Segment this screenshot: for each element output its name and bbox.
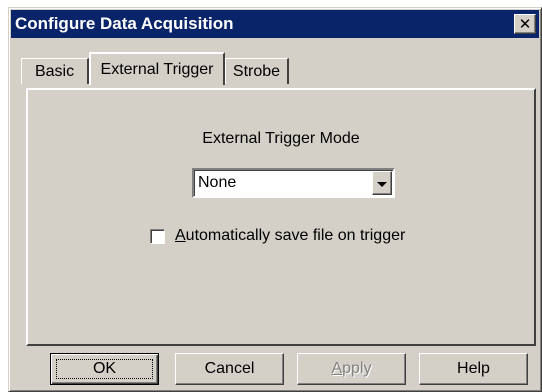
tab-basic-label: Basic [34,62,75,80]
autosave-checkbox-row[interactable]: Automatically save file on trigger [150,226,405,246]
trigger-mode-dropdown[interactable]: None [192,168,395,198]
tab-basic[interactable]: Basic [21,58,89,84]
window-title: Configure Data Acquisition [15,14,234,33]
apply-button[interactable]: Apply [297,353,406,385]
trigger-mode-value: None [198,174,237,191]
autosave-mnemonic: A [175,227,186,244]
autosave-label[interactable]: Automatically save file on trigger [175,227,405,245]
configure-data-acquisition-dialog: Configure Data Acquisition ✕ Basic Exter… [8,7,542,392]
help-button[interactable]: Help [419,353,528,385]
help-button-label: Help [457,360,490,377]
dropdown-arrow-button[interactable] [372,171,392,195]
apply-label-text: pply [342,360,372,377]
focus-rectangle [56,359,153,379]
close-icon: ✕ [518,15,532,33]
cancel-button-label: Cancel [204,360,255,377]
tab-external-trigger[interactable]: External Trigger [89,52,225,85]
tab-strobe[interactable]: Strobe [225,58,289,84]
external-trigger-panel: External Trigger Mode None Automatically… [26,88,536,346]
cancel-button[interactable]: Cancel [175,353,284,385]
close-button[interactable]: ✕ [514,14,536,34]
autosave-label-text: utomatically save file on trigger [185,227,406,244]
title-bar[interactable]: Configure Data Acquisition ✕ [11,10,539,38]
apply-button-label: Apply [331,360,371,378]
autosave-checkbox[interactable] [150,228,165,244]
tab-external-trigger-label: External Trigger [100,60,214,78]
trigger-mode-label: External Trigger Mode [202,130,360,147]
chevron-down-icon [377,181,387,187]
tab-strobe-label: Strobe [232,62,281,80]
apply-mnemonic: A [331,360,343,377]
ok-button[interactable]: OK [50,353,159,385]
